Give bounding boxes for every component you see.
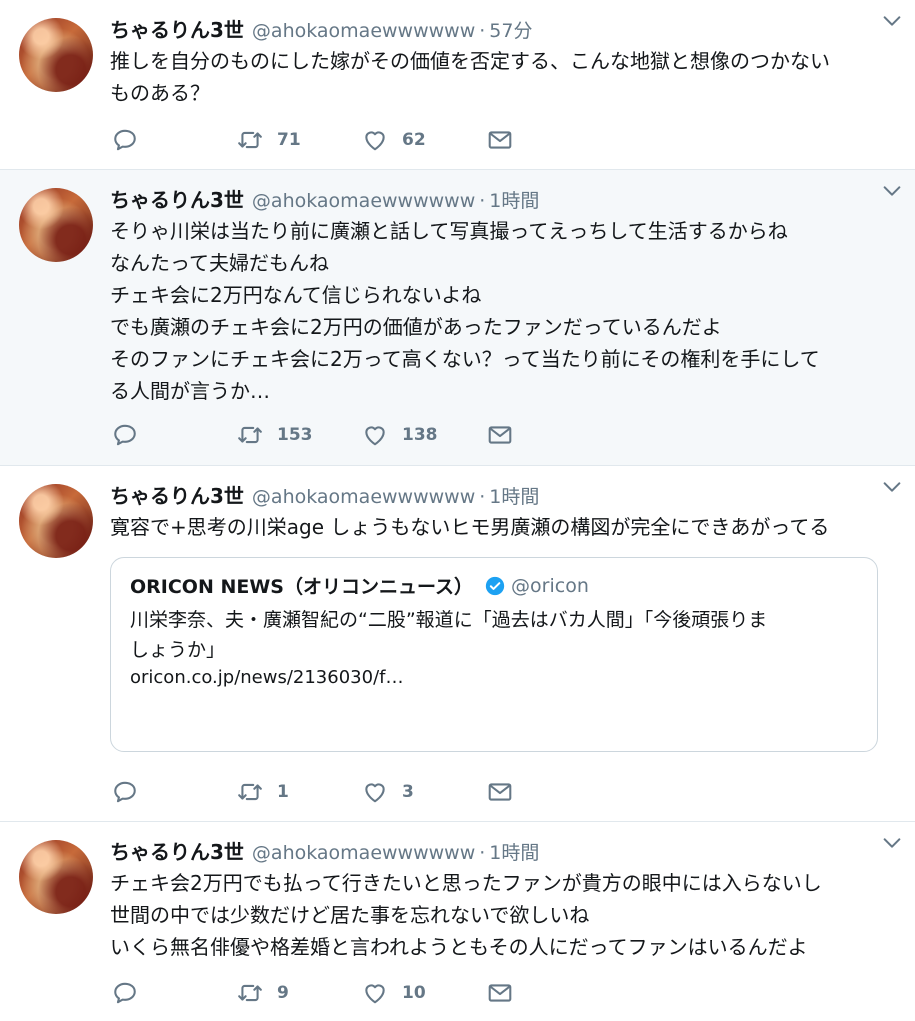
reply-button[interactable] (112, 980, 237, 1006)
like-count: 138 (402, 425, 438, 445)
chevron-down-icon[interactable] (881, 476, 903, 498)
user-handle[interactable]: @ahokaomaewwwwww (252, 842, 475, 864)
reply-icon (114, 982, 136, 1004)
verified-badge-icon (485, 576, 505, 595)
display-name[interactable]: ちゃるりん3世 (110, 480, 244, 509)
user-handle[interactable]: @ahokaomaewwwwww (252, 190, 475, 212)
tweet-text: チェキ会2万円でも払って行きたいと思ったファンが貴方の眼中には入らないし 世間の… (110, 871, 822, 959)
message-button[interactable] (487, 980, 612, 1006)
tweet[interactable]: ちゃるりん3世 @ahokaomaewwwwww · 1時間 寛容で+思考の川栄… (0, 466, 915, 822)
tweet-actions: 9 10 (112, 978, 915, 1008)
retweet-count: 153 (277, 425, 313, 445)
retweet-icon (238, 984, 262, 1002)
retweet-icon (238, 783, 262, 801)
avatar[interactable] (19, 484, 93, 558)
separator: · (479, 842, 486, 864)
retweet-count: 71 (277, 130, 301, 150)
tweet[interactable]: ちゃるりん3世 @ahokaomaewwwwww · 57分 推しを自分のものに… (0, 0, 915, 170)
like-button[interactable]: 62 (362, 127, 487, 153)
retweet-button[interactable]: 71 (237, 127, 362, 153)
separator: · (479, 190, 486, 212)
chevron-down-icon[interactable] (881, 832, 903, 854)
envelope-icon (488, 426, 512, 444)
timestamp[interactable]: 1時間 (489, 482, 539, 509)
envelope-icon (488, 131, 512, 149)
quoted-tweet-text: 川栄李奈、夫・廣瀬智紀の“二股”報道に「過去はバカ人間」「今後頑張りま しょうか… (130, 609, 768, 661)
like-button[interactable]: 138 (362, 422, 487, 448)
separator: · (479, 20, 486, 42)
heart-icon (365, 783, 385, 803)
retweet-button[interactable]: 153 (237, 422, 362, 448)
tweet-actions: 71 62 (112, 125, 915, 155)
reply-icon (114, 129, 136, 151)
envelope-icon (488, 783, 512, 801)
message-button[interactable] (487, 779, 612, 805)
timestamp[interactable]: 1時間 (489, 838, 539, 865)
reply-icon (114, 781, 136, 803)
like-count: 3 (402, 782, 414, 802)
like-button[interactable]: 3 (362, 779, 487, 805)
reply-icon (114, 424, 136, 446)
separator: · (479, 486, 486, 508)
user-handle[interactable]: @ahokaomaewwwwww (252, 20, 475, 42)
chevron-down-icon[interactable] (881, 180, 903, 202)
like-count: 62 (402, 130, 426, 150)
tweet-actions: 153 138 (112, 420, 915, 450)
avatar[interactable] (19, 840, 93, 914)
chevron-down-icon[interactable] (881, 10, 903, 32)
timestamp[interactable]: 57分 (489, 16, 532, 43)
tweet-actions: 1 3 (112, 777, 915, 807)
user-handle[interactable]: @ahokaomaewwwwww (252, 486, 475, 508)
tweet[interactable]: ちゃるりん3世 @ahokaomaewwwwww · 1時間 チェキ会2万円でも… (0, 822, 915, 1021)
tweet[interactable]: ちゃるりん3世 @ahokaomaewwwwww · 1時間 そりゃ川栄は当たり… (0, 170, 915, 466)
quoted-display-name: ORICON NEWS（オリコンニュース） (130, 576, 474, 598)
retweet-icon (238, 426, 262, 444)
message-button[interactable] (487, 422, 612, 448)
like-button[interactable]: 10 (362, 980, 487, 1006)
heart-icon (365, 131, 385, 151)
display-name[interactable]: ちゃるりん3世 (110, 184, 244, 213)
retweet-button[interactable]: 9 (237, 980, 362, 1006)
reply-button[interactable] (112, 127, 237, 153)
reply-button[interactable] (112, 779, 237, 805)
retweet-count: 1 (277, 782, 289, 802)
retweet-button[interactable]: 1 (237, 779, 362, 805)
like-count: 10 (402, 983, 426, 1003)
retweet-icon (238, 131, 262, 149)
message-button[interactable] (487, 127, 612, 153)
avatar[interactable] (19, 18, 93, 92)
tweet-text: 推しを自分のものにした嫁がその価値を否定する、こんな地獄と想像のつかない ものあ… (110, 49, 830, 105)
quoted-link[interactable]: oricon.co.jp/news/2136030/f… (130, 667, 858, 688)
heart-icon (365, 984, 385, 1004)
avatar[interactable] (19, 188, 93, 262)
retweet-count: 9 (277, 983, 289, 1003)
quoted-user-handle: @oricon (511, 574, 589, 597)
reply-button[interactable] (112, 422, 237, 448)
quoted-tweet-card[interactable]: ORICON NEWS（オリコンニュース） @oricon 川栄李奈、夫・廣瀬智… (110, 557, 878, 752)
tweet-text: 寛容で+思考の川栄age しょうもないヒモ男廣瀬の構図が完全にできあがってる (110, 515, 830, 539)
display-name[interactable]: ちゃるりん3世 (110, 836, 244, 865)
timestamp[interactable]: 1時間 (489, 186, 539, 213)
envelope-icon (488, 984, 512, 1002)
tweet-text: そりゃ川栄は当たり前に廣瀬と話して写真撮ってえっちして生活するからね なんたって… (110, 219, 820, 403)
heart-icon (365, 426, 385, 446)
display-name[interactable]: ちゃるりん3世 (110, 14, 244, 43)
